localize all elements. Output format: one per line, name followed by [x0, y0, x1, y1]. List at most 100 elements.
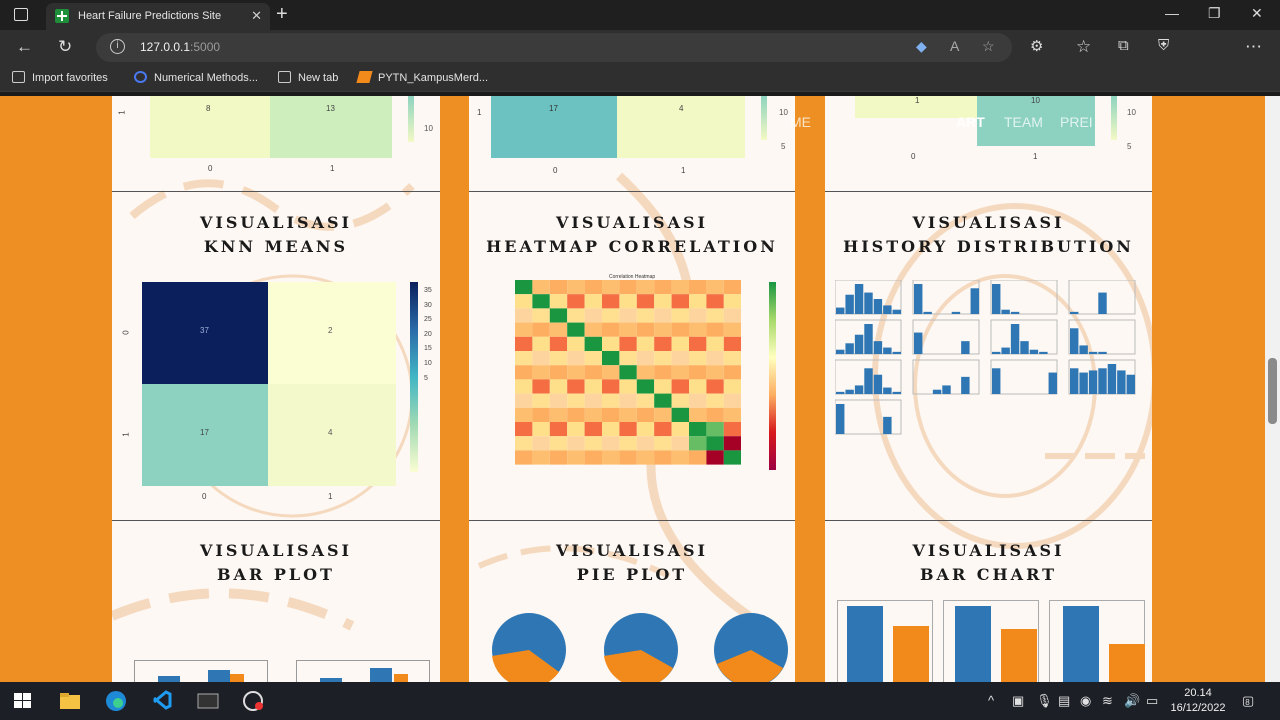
heatmap-cell — [671, 436, 689, 451]
bookmark-numerical-methods[interactable]: Numerical Methods... — [134, 71, 258, 84]
browser-essentials-icon[interactable]: ⛨ — [1158, 37, 1169, 54]
heatmap-cell — [636, 308, 655, 323]
heatmap-cell — [706, 450, 724, 465]
heatmap-cell — [602, 308, 620, 323]
minimize-button[interactable]: — — [1165, 5, 1179, 21]
show-hidden-icons[interactable]: ^ — [988, 693, 994, 708]
page-icon — [278, 71, 291, 83]
histogram-bar — [992, 284, 1001, 314]
windows-start-icon[interactable] — [12, 690, 36, 712]
histogram-bar — [914, 332, 923, 354]
refresh-button[interactable]: ↻ — [58, 37, 72, 57]
heatmap-cell — [549, 280, 568, 295]
card-divider — [469, 191, 795, 192]
tag-icon[interactable]: ◆ — [916, 38, 927, 55]
knn-colorbar — [410, 282, 418, 472]
heatmap-cell — [706, 379, 724, 394]
heatmap-cell — [654, 407, 672, 422]
close-tab-icon[interactable]: ✕ — [251, 8, 262, 24]
nav-link-predict[interactable]: PREI — [1060, 114, 1093, 130]
heatmap-cell — [602, 365, 620, 380]
heatmap-cell — [689, 407, 707, 422]
heatmap-cell — [636, 436, 655, 451]
histogram-grid — [835, 280, 1136, 435]
tray-app-icon[interactable]: ◉ — [1080, 693, 1091, 709]
bookmark-pytn[interactable]: PYTN_KampusMerd... — [356, 71, 488, 84]
favorites-icon[interactable]: ☆ — [1076, 37, 1091, 57]
knn-colorbar-ticks: 35 30 25 20 15 10 5 — [424, 287, 432, 382]
back-button[interactable]: ← — [16, 37, 33, 57]
histogram-bar — [883, 416, 892, 434]
battery-icon[interactable]: ▭ — [1146, 693, 1158, 709]
nav-link-team[interactable]: TEAM — [1004, 114, 1043, 130]
y-tick-label: 1 — [121, 432, 131, 437]
heatmap-cell — [515, 407, 533, 422]
heatmap-cell — [723, 351, 741, 366]
heatmap-cell — [619, 294, 637, 309]
system-clock[interactable]: 20.14 16/12/2022 — [1168, 686, 1228, 716]
histogram-bar — [873, 374, 883, 394]
nav-link-home[interactable]: ME — [790, 114, 811, 130]
new-tab-button[interactable]: + — [276, 3, 288, 26]
histogram-bar — [1088, 351, 1098, 354]
heatmap-cell — [706, 436, 724, 451]
pytn-site-icon — [356, 71, 373, 83]
card-divider — [825, 191, 1152, 192]
heatmap-cell — [602, 294, 620, 309]
bookmark-import-favorites[interactable]: Import favorites — [12, 71, 108, 84]
heatmap-cell — [689, 450, 707, 465]
partial-cbar-tick: 10 — [1127, 108, 1136, 117]
close-window-button[interactable]: ✕ — [1251, 5, 1263, 22]
heatmap-cell — [636, 322, 655, 337]
heatmap-cell — [532, 450, 550, 465]
edge-browser-icon[interactable] — [104, 690, 128, 712]
histogram-frame — [990, 359, 1058, 395]
heatmap-cell — [619, 393, 637, 408]
more-menu-icon[interactable]: ⋯ — [1245, 37, 1262, 57]
heatmap-cell — [532, 322, 550, 337]
tray-app-icon[interactable]: ▣ — [1012, 693, 1024, 709]
heatmap-cell — [723, 336, 741, 351]
tab-actions-icon[interactable] — [14, 8, 28, 21]
site-info-icon[interactable]: i — [110, 39, 125, 54]
bookmark-new-tab[interactable]: New tab — [278, 71, 338, 84]
heatmap-cell — [654, 308, 672, 323]
volume-icon[interactable]: 🔊 — [1124, 693, 1140, 709]
add-favorite-icon[interactable]: ☆ — [982, 38, 995, 55]
restore-button[interactable]: ❐ — [1208, 5, 1221, 22]
heatmap-cell — [706, 407, 724, 422]
wifi-icon[interactable]: ≋ — [1102, 693, 1113, 709]
card-column-middle: 17 4 1 10 5 0 1 VISUALISASI HEATMAP CORR… — [469, 96, 795, 682]
collections-icon[interactable]: ⧉ — [1118, 37, 1129, 54]
histogram-bar — [1098, 292, 1107, 314]
heatmap-cell — [636, 407, 655, 422]
tab-active[interactable]: Heart Failure Predictions Site ✕ — [46, 3, 270, 30]
notifications-icon[interactable]: ▢8 — [1242, 693, 1254, 709]
partial-matrix-value: 8 — [206, 104, 211, 113]
heatmap-cell — [567, 407, 585, 422]
heatmap-cell — [602, 436, 620, 451]
partial-matrix-value: 17 — [549, 104, 558, 113]
heatmap-cell — [619, 407, 637, 422]
bar — [1109, 644, 1145, 682]
card-title: VISUALISASI KNN MEANS — [199, 213, 353, 256]
heatmap-cell — [584, 393, 602, 408]
extensions-icon[interactable]: ⚙ — [1030, 37, 1043, 55]
scrollbar-thumb[interactable] — [1268, 358, 1277, 424]
card-title: VISUALISASI BAR CHART — [912, 541, 1065, 584]
nav-link-chart[interactable]: ART — [956, 114, 985, 130]
histogram-bar — [1001, 347, 1010, 354]
read-aloud-icon[interactable]: A — [950, 38, 959, 54]
heatmap-cell — [567, 450, 585, 465]
address-bar[interactable]: i 127.0.0.1:5000 ◆ A ☆ — [96, 33, 1012, 62]
recorder-icon[interactable] — [242, 690, 266, 712]
file-explorer-icon[interactable] — [58, 690, 82, 712]
heatmap-cell — [515, 365, 533, 380]
vscode-icon[interactable] — [150, 690, 174, 712]
tray-app-icon[interactable]: ▤ — [1058, 693, 1070, 709]
histogram-bar — [1070, 368, 1079, 394]
terminal-icon[interactable] — [196, 690, 220, 712]
microphone-icon[interactable]: 🎙 — [1036, 693, 1053, 709]
page-scrollbar[interactable] — [1265, 96, 1280, 682]
bar — [955, 606, 991, 682]
